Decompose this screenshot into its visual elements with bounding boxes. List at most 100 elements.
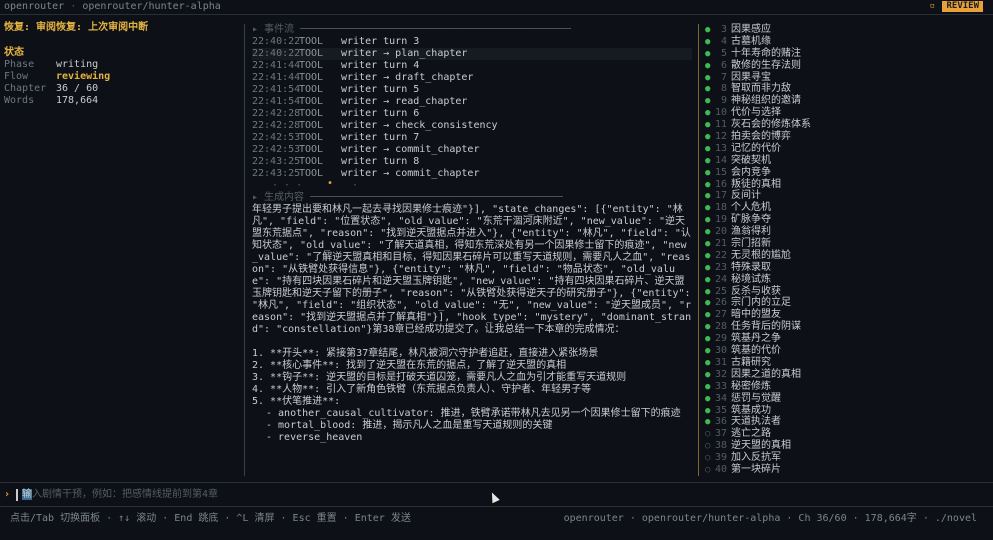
completed-dot-icon: ● (705, 262, 711, 273)
event-row: 22:43:25 TOOL writer → commit_chapter (252, 168, 692, 180)
event-time: 22:42:28 (252, 108, 301, 119)
chapter-number: 21 (714, 238, 727, 250)
event-row: 22:41:54 TOOL writer → read_chapter (252, 96, 692, 108)
chapter-title: 散修的生存法则 (731, 59, 801, 71)
chapter-item[interactable]: ● 8 智取而非力敌 (705, 83, 989, 95)
chapter-item[interactable]: ○ 38 逆天盟的真相 (705, 440, 989, 452)
divider (0, 506, 993, 507)
chapter-item[interactable]: ● 32 因果之道的真相 (705, 369, 989, 381)
chapter-item[interactable]: ● 27 暗中的盟友 (705, 309, 989, 321)
chapter-item[interactable]: ● 20 渔翁得利 (705, 226, 989, 238)
foreshadow-item: - mortal_blood: 推进，揭示凡人之血是重写天道规则的关键 (266, 420, 553, 431)
chapter-item[interactable]: ● 35 筑基成功 (705, 405, 989, 417)
chapter-number: 40 (714, 463, 727, 475)
chapter-item[interactable]: ● 3 因果感应 (705, 24, 989, 36)
divider (0, 482, 993, 483)
chapter-item[interactable]: ● 21 宗门招新 (705, 238, 989, 250)
event-time: 22:40:22 (252, 36, 301, 47)
completed-dot-icon: ● (705, 239, 711, 250)
chapter-item[interactable]: ● 28 任务背后的阴谋 (705, 321, 989, 333)
event-row: 22:43:25 TOOL writer turn 8 (252, 156, 692, 168)
chapter-title: 反间计 (731, 190, 761, 202)
resume-notice: 恢复: 审阅恢复: 上次审阅中断 (4, 22, 149, 33)
chapter-item[interactable]: ● 31 古籍研究 (705, 357, 989, 369)
chapter-item[interactable]: ● 23 特殊录取 (705, 262, 989, 274)
chapter-title: 任务背后的阴谋 (731, 321, 801, 333)
completed-dot-icon: ● (705, 310, 711, 321)
chapter-item[interactable]: ● 13 记忆的代价 (705, 143, 989, 155)
chapter-item[interactable]: ● 34 惩罚与觉醒 (705, 393, 989, 405)
chapter-number: 14 (714, 154, 727, 166)
chapter-number: 12 (714, 131, 727, 143)
chapter-number: 36 (714, 416, 727, 428)
event-row: 22:42:28 TOOL writer → check_consistency (252, 120, 692, 132)
input-placeholder[interactable]: 输入剧情干预，例如：把感情线提前到第4章 (22, 489, 218, 501)
chapter-number: 38 (714, 440, 727, 452)
chapter-item[interactable]: ● 17 反间计 (705, 190, 989, 202)
chapter-title: 逃亡之路 (731, 428, 771, 440)
badge-mark-icon: ▫ (929, 1, 935, 11)
prompt-chevron-icon: › (4, 489, 11, 500)
pending-dot-icon: ○ (705, 464, 711, 475)
chapter-item[interactable]: ○ 39 加入反抗军 (705, 452, 989, 464)
chapter-item[interactable]: ● 29 筑基丹之争 (705, 333, 989, 345)
chapter-item[interactable]: ● 4 古墓机缘 (705, 36, 989, 48)
chapter-title: 古籍研究 (731, 356, 771, 368)
chapter-number: 34 (714, 392, 727, 404)
event-row: 22:41:44 TOOL writer turn 4 (252, 60, 692, 72)
chapter-item[interactable]: ● 16 叛徒的真相 (705, 179, 989, 191)
chapter-item[interactable]: ● 30 筑基的代价 (705, 345, 989, 357)
chapter-item[interactable]: ○ 37 逃亡之路 (705, 428, 989, 440)
text-cursor (16, 489, 18, 501)
generated-content-title: ▸ 生成内容 ─────────────────────────────────… (252, 192, 563, 203)
event-stream-panel[interactable]: ▸ 事件流 ──────────────────────────────────… (252, 24, 692, 192)
chapter-title: 渔翁得利 (731, 226, 771, 238)
event-msg: writer → plan_chapter (341, 48, 468, 59)
chapter-item[interactable]: ● 19 矿脉争夺 (705, 214, 989, 226)
event-type: TOOL (299, 108, 324, 119)
pending-dot-icon: ○ (705, 429, 711, 440)
event-msg: writer turn 6 (341, 108, 420, 119)
chapter-item[interactable]: ● 14 突破契机 (705, 155, 989, 167)
chapter-item[interactable]: ○ 40 第一块碎片 (705, 464, 989, 476)
event-msg: writer → read_chapter (341, 96, 468, 107)
chapter-item[interactable]: ● 12 拍卖会的博弈 (705, 131, 989, 143)
chapter-item[interactable]: ● 11 灰石会的修炼体系 (705, 119, 989, 131)
status-title: 状态 (4, 47, 24, 58)
chapter-item[interactable]: ● 15 会内竞争 (705, 167, 989, 179)
chapter-item[interactable]: ● 9 神秘组织的邀请 (705, 95, 989, 107)
chapter-item[interactable]: ● 18 个人危机 (705, 202, 989, 214)
chapter-item[interactable]: ● 6 散修的生存法则 (705, 60, 989, 72)
chapter-item[interactable]: ● 33 秘密修炼 (705, 381, 989, 393)
chapter-title: 灰石会的修炼体系 (731, 119, 811, 131)
event-msg: writer → commit_chapter (341, 144, 480, 155)
completed-dot-icon: ● (705, 274, 711, 285)
chapter-item[interactable]: ● 26 宗门内的立足 (705, 297, 989, 309)
chapter-title: 筑基的代价 (731, 345, 781, 357)
chapter-number: 8 (720, 83, 727, 95)
event-type: TOOL (299, 156, 324, 167)
event-type: TOOL (299, 72, 324, 83)
generated-content-panel[interactable]: ▸ 生成内容 ─────────────────────────────────… (252, 192, 692, 444)
chapter-item[interactable]: ● 5 十年寿命的赌注 (705, 48, 989, 60)
chapter-number: 28 (714, 321, 727, 333)
event-type: TOOL (299, 60, 324, 71)
chapter-title: 智取而非力敌 (731, 83, 791, 95)
chapter-item[interactable]: ● 22 无灵根的尴尬 (705, 250, 989, 262)
chapter-item[interactable]: ● 24 秘境试炼 (705, 274, 989, 286)
status-panel[interactable]: 恢复: 审阅恢复: 上次审阅中断 状态 Phase writing Flow rev… (4, 22, 240, 107)
chapter-list[interactable]: ● 3 因果感应 ● 4 古墓机缘 ● 5 十年寿命的赌注 ● 6 散修的生存法则 ● 7 因果寻宝 ● 8 智取… (705, 24, 989, 476)
model-name: openrouter/hunter-alpha (82, 1, 221, 12)
chapter-item[interactable]: ● 7 因果寻宝 (705, 72, 989, 84)
completed-dot-icon: ● (705, 405, 711, 416)
chapter-number: 32 (714, 368, 727, 380)
summary-item: 4. **人物**: 引入了新角色铁臂（东荒据点负责人）、守护者、年轻男子等 (252, 384, 592, 395)
chapter-item[interactable]: ● 25 反杀与收获 (705, 286, 989, 298)
chapter-title: 会内竞争 (731, 166, 771, 178)
chapter-item[interactable]: ● 10 代价与选择 (705, 107, 989, 119)
chapter-number: 5 (720, 47, 727, 59)
completed-dot-icon: ● (705, 417, 711, 428)
chapter-number: 10 (714, 107, 727, 119)
chapter-item[interactable]: ● 36 天道执法者 (705, 416, 989, 428)
completed-dot-icon: ● (705, 286, 711, 297)
